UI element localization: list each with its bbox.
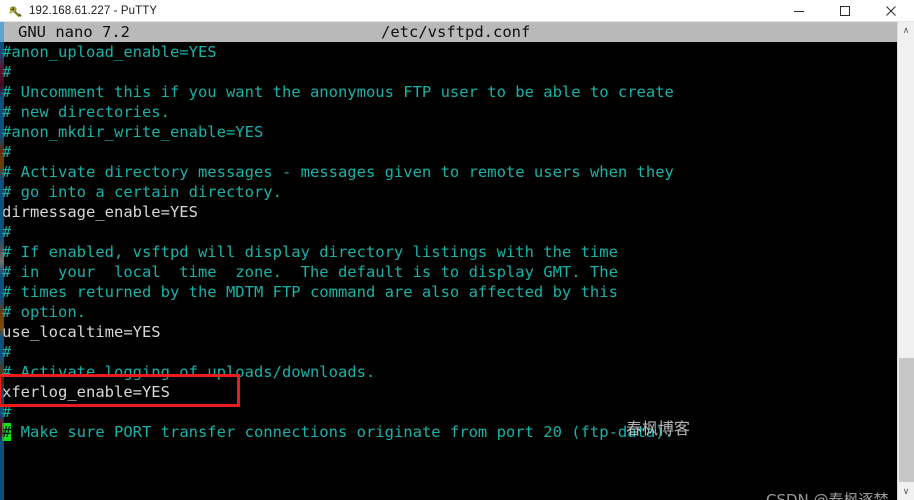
editor-line[interactable]: # (0, 402, 897, 422)
editor-line[interactable]: # (0, 342, 897, 362)
nano-shortcut-bar: ^G Help^O Write Out^W Where Is^K Cut^T E… (0, 460, 897, 500)
nano-text-buffer[interactable]: #anon_upload_enable=YES## Uncomment this… (0, 42, 897, 460)
editor-line[interactable]: # go into a certain directory. (0, 182, 897, 202)
editor-line[interactable]: # Uncomment this if you want the anonymo… (0, 82, 897, 102)
window-scrollbar[interactable]: ∧ ∨ (897, 22, 914, 500)
nano-filename: /etc/vsftpd.conf (381, 23, 531, 41)
scroll-down-arrow-icon[interactable]: ∨ (898, 483, 914, 500)
editor-line[interactable]: # Activate directory messages - messages… (0, 162, 897, 182)
editor-line[interactable]: use_localtime=YES (0, 322, 897, 342)
editor-line[interactable]: # Activate logging of uploads/downloads. (0, 362, 897, 382)
close-button[interactable] (868, 0, 914, 22)
editor-line[interactable]: # If enabled, vsftpd will display direct… (0, 242, 897, 262)
editor-line[interactable]: # times returned by the MDTM FTP command… (0, 282, 897, 302)
editor-line[interactable]: # option. (0, 302, 897, 322)
terminal-screen[interactable]: GNU nano 7.2 /etc/vsftpd.conf #anon_uplo… (0, 22, 897, 500)
editor-line[interactable]: # in your local time zone. The default i… (0, 262, 897, 282)
editor-line[interactable]: #anon_upload_enable=YES (0, 42, 897, 62)
nano-version: GNU nano 7.2 (18, 23, 130, 41)
maximize-button[interactable] (822, 0, 868, 22)
nano-title-bar: GNU nano 7.2 /etc/vsftpd.conf (0, 22, 897, 42)
minimize-button[interactable] (776, 0, 822, 22)
scrollbar-thumb[interactable] (899, 358, 914, 482)
editor-line[interactable]: dirmessage_enable=YES (0, 202, 897, 222)
editor-line[interactable]: # Make sure PORT transfer connections or… (0, 422, 897, 442)
putty-window: 192.168.61.227 - PuTTY GNU nano 7.2 /etc… (0, 0, 914, 500)
editor-line[interactable]: # (0, 62, 897, 82)
scroll-up-arrow-icon[interactable]: ∧ (898, 22, 914, 39)
window-titlebar: 192.168.61.227 - PuTTY (0, 0, 914, 22)
putty-icon (7, 3, 23, 19)
editor-line[interactable]: # (0, 222, 897, 242)
text-cursor: # (2, 423, 12, 441)
editor-line[interactable]: # (0, 142, 897, 162)
editor-line[interactable]: #anon_mkdir_write_enable=YES (0, 122, 897, 142)
window-title: 192.168.61.227 - PuTTY (29, 4, 158, 17)
editor-line[interactable]: xferlog_enable=YES (0, 382, 897, 402)
editor-line[interactable]: # new directories. (0, 102, 897, 122)
